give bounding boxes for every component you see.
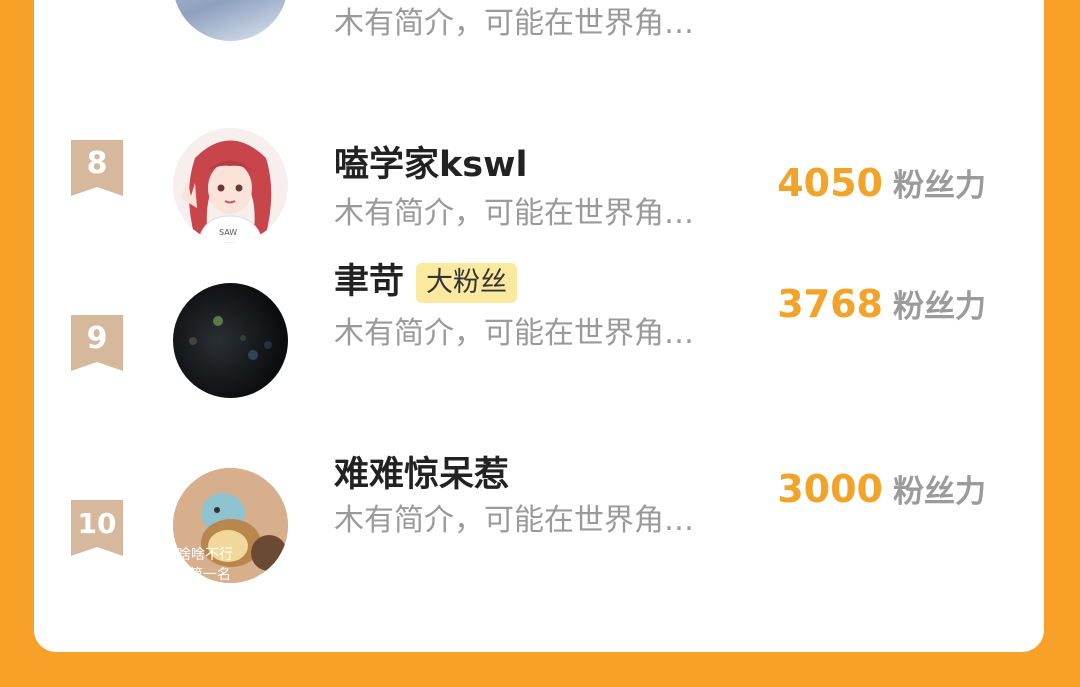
list-item[interactable]: 9 聿苛 大粉丝 木有简介，可能在世界角… 3768 粉丝力 (34, 262, 1044, 403)
night-bokeh-avatar-icon (189, 316, 272, 360)
list-item[interactable]: 10 啥啥不行 第一名 难难惊呆惹 木有简介，可能在世界角… 3000 粉丝力 (34, 455, 1044, 588)
user-bio: 木有简介，可能在世界角… (334, 6, 694, 41)
user-name[interactable]: 嗑学家kswl (334, 136, 527, 187)
user-bio: 木有简介，可能在世界角… (334, 196, 694, 231)
leaderboard-card: 木有简介，可能在世界角… 8 SAW 嗑学家kswl 木有简介，可能在世界角… … (34, 0, 1044, 652)
fan-power: 4050 粉丝力 (777, 160, 986, 205)
avatar[interactable]: SAW (173, 128, 288, 243)
user-name[interactable]: 难难惊呆惹 (334, 450, 509, 500)
list-item[interactable]: 8 SAW 嗑学家kswl 木有简介，可能在世界角… 4050 粉丝力 (34, 128, 1044, 248)
avatar[interactable]: 啥啥不行 第一名 (173, 468, 288, 583)
user-name[interactable]: 聿苛 大粉丝 (334, 257, 518, 307)
fan-power-value: 3768 (777, 282, 883, 326)
avatar-caption: 第一名 (189, 567, 231, 583)
rank-badge: 10 (71, 500, 123, 556)
user-bio: 木有简介，可能在世界角… (334, 316, 694, 351)
list-item[interactable]: 木有简介，可能在世界角… (34, 0, 1044, 46)
rank-badge: 8 (71, 140, 123, 196)
avatar-caption: 啥啥不行 (177, 547, 233, 563)
user-bio: 木有简介，可能在世界角… (334, 503, 694, 538)
fan-power-value: 3000 (777, 467, 883, 511)
user-name-text: 聿苛 (334, 262, 405, 302)
fan-power-unit: 粉丝力 (893, 474, 986, 510)
big-fan-badge: 大粉丝 (416, 263, 518, 303)
fan-power: 3768 粉丝力 (777, 281, 986, 326)
anime-girl-avatar-icon: SAW (173, 128, 288, 243)
rank-badge: 9 (71, 315, 123, 371)
fan-power-unit: 粉丝力 (893, 168, 986, 204)
fan-power: 3000 粉丝力 (777, 466, 986, 511)
avatar[interactable] (173, 283, 288, 398)
fan-power-unit: 粉丝力 (893, 289, 986, 325)
svg-text:SAW: SAW (219, 228, 237, 237)
fan-power-value: 4050 (777, 161, 883, 205)
avatar[interactable] (173, 0, 288, 41)
